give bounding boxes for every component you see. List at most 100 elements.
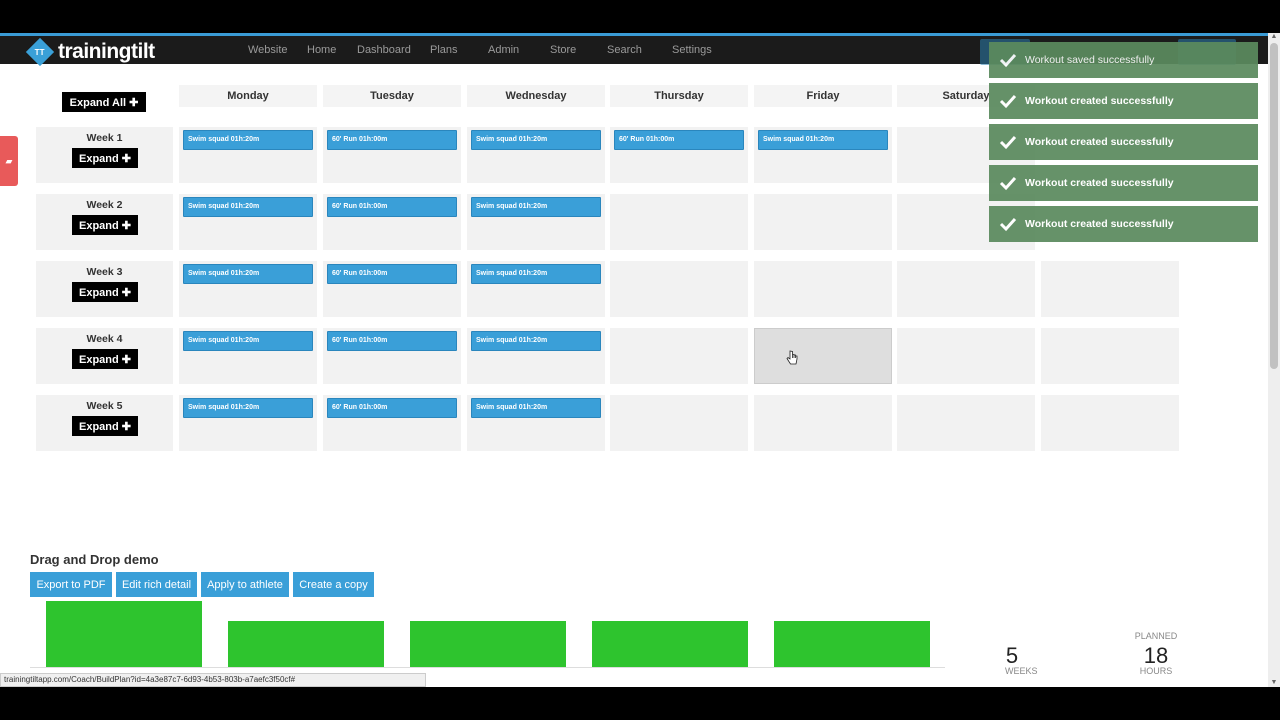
day-cell[interactable]: Swim squad 01h:20m <box>467 127 605 183</box>
toast-notification[interactable]: Workout saved successfully <box>989 42 1258 78</box>
nav-search[interactable]: Search <box>607 44 642 56</box>
workout-block[interactable]: Swim squad 01h:20m <box>183 264 313 284</box>
day-header-friday: Friday <box>754 85 892 107</box>
workout-block[interactable]: Swim squad 01h:20m <box>471 197 601 217</box>
toast-notification[interactable]: Workout created successfully <box>989 124 1258 160</box>
day-cell[interactable]: Swim squad 01h:20m <box>754 127 892 183</box>
expand-week-button[interactable]: Expand ✚ <box>72 416 138 436</box>
workout-block[interactable]: Swim squad 01h:20m <box>471 264 601 284</box>
chart-bar <box>410 621 566 667</box>
vertical-scrollbar[interactable]: ▲ ▼ <box>1268 33 1280 687</box>
expand-all-button[interactable]: Expand All ✚ <box>62 92 146 112</box>
day-cell[interactable] <box>1041 328 1179 384</box>
nav-store[interactable]: Store <box>550 44 576 56</box>
workout-block[interactable]: 60' Run 01h:00m <box>327 197 457 217</box>
week-row-header: Week 5 Expand ✚ <box>36 395 173 451</box>
workout-block[interactable]: 60' Run 01h:00m <box>327 130 457 150</box>
nav-settings[interactable]: Settings <box>672 44 712 56</box>
workout-block[interactable]: Swim squad 01h:20m <box>471 398 601 418</box>
day-cell[interactable]: 60' Run 01h:00m <box>323 194 461 250</box>
workout-block[interactable]: 60' Run 01h:00m <box>614 130 744 150</box>
day-cell[interactable] <box>610 194 748 250</box>
workout-block[interactable]: Swim squad 01h:20m <box>758 130 888 150</box>
day-cell[interactable]: Swim squad 01h:20m <box>467 261 605 317</box>
day-cell[interactable]: Swim squad 01h:20m <box>179 261 317 317</box>
chart-bar <box>592 621 748 667</box>
workout-block[interactable]: Swim squad 01h:20m <box>183 130 313 150</box>
day-cell-hovered[interactable] <box>754 328 892 384</box>
day-cell[interactable]: Swim squad 01h:20m <box>179 127 317 183</box>
logo[interactable]: TT trainingtilt <box>25 37 155 67</box>
toast-notification[interactable]: Workout created successfully <box>989 206 1258 242</box>
day-cell[interactable]: 60' Run 01h:00m <box>323 395 461 451</box>
checkmark-icon <box>999 176 1017 191</box>
scroll-down-icon[interactable]: ▼ <box>1270 679 1278 687</box>
workout-block[interactable]: Swim squad 01h:20m <box>183 197 313 217</box>
nav-dashboard[interactable]: Dashboard <box>357 44 411 56</box>
scroll-up-icon[interactable]: ▲ <box>1270 33 1278 41</box>
export-pdf-button[interactable]: Export to PDF <box>30 572 112 597</box>
folder-icon: ▰ <box>5 155 13 166</box>
workout-block[interactable]: 60' Run 01h:00m <box>327 264 457 284</box>
expand-week-button[interactable]: Expand ✚ <box>72 215 138 235</box>
week-row-header: Week 1 Expand ✚ <box>36 127 173 183</box>
day-cell[interactable]: Swim squad 01h:20m <box>179 395 317 451</box>
day-cell[interactable]: Swim squad 01h:20m <box>467 395 605 451</box>
planned-label: PLANNED <box>1134 631 1178 641</box>
day-cell[interactable]: 60' Run 01h:00m <box>323 328 461 384</box>
expand-week-button[interactable]: Expand ✚ <box>72 349 138 369</box>
day-cell[interactable] <box>897 261 1035 317</box>
checkmark-icon <box>999 94 1017 109</box>
checkmark-icon <box>999 135 1017 150</box>
toast-message: Workout created successfully <box>1025 95 1174 107</box>
day-cell[interactable]: Swim squad 01h:20m <box>179 328 317 384</box>
nav-home[interactable]: Home <box>307 44 336 56</box>
day-cell[interactable]: Swim squad 01h:20m <box>467 328 605 384</box>
workout-block[interactable]: Swim squad 01h:20m <box>183 398 313 418</box>
week-label: Week 3 <box>86 266 123 278</box>
chart-bar <box>46 601 202 667</box>
week-row-header: Week 2 Expand ✚ <box>36 194 173 250</box>
browser-viewport: TT trainingtilt Website Home Dashboard P… <box>0 33 1280 687</box>
nav-plans[interactable]: Plans <box>430 44 458 56</box>
apply-to-athlete-button[interactable]: Apply to athlete <box>201 572 289 597</box>
workout-block[interactable]: Swim squad 01h:20m <box>471 130 601 150</box>
week-label: Week 4 <box>86 333 123 345</box>
day-cell[interactable] <box>1041 395 1179 451</box>
day-cell[interactable] <box>610 395 748 451</box>
nav-website[interactable]: Website <box>248 44 288 56</box>
workout-block[interactable]: Swim squad 01h:20m <box>183 331 313 351</box>
workout-block[interactable]: Swim squad 01h:20m <box>471 331 601 351</box>
day-cell[interactable]: Swim squad 01h:20m <box>179 194 317 250</box>
create-copy-button[interactable]: Create a copy <box>293 572 374 597</box>
day-cell[interactable] <box>754 194 892 250</box>
day-cell[interactable] <box>754 395 892 451</box>
hours-label: HOURS <box>1139 666 1173 676</box>
nav-admin[interactable]: Admin <box>488 44 519 56</box>
workout-block[interactable]: 60' Run 01h:00m <box>327 398 457 418</box>
checkmark-icon <box>999 217 1017 232</box>
chart-bar <box>774 621 930 667</box>
day-cell[interactable]: 60' Run 01h:00m <box>323 261 461 317</box>
day-cell[interactable]: 60' Run 01h:00m <box>610 127 748 183</box>
day-cell[interactable]: 60' Run 01h:00m <box>323 127 461 183</box>
workout-block[interactable]: 60' Run 01h:00m <box>327 331 457 351</box>
toast-message: Workout created successfully <box>1025 136 1174 148</box>
day-cell[interactable] <box>897 328 1035 384</box>
day-cell[interactable]: Swim squad 01h:20m <box>467 194 605 250</box>
day-cell[interactable] <box>610 328 748 384</box>
edit-rich-detail-button[interactable]: Edit rich detail <box>116 572 197 597</box>
logo-text: trainingtilt <box>58 40 155 63</box>
expand-week-button[interactable]: Expand ✚ <box>72 282 138 302</box>
day-cell[interactable] <box>610 261 748 317</box>
logo-mark-icon: TT <box>25 37 55 67</box>
toast-notification[interactable]: Workout created successfully <box>989 165 1258 201</box>
day-cell[interactable] <box>754 261 892 317</box>
weeks-label: WEEKS <box>1005 666 1038 676</box>
expand-week-button[interactable]: Expand ✚ <box>72 148 138 168</box>
day-cell[interactable] <box>1041 261 1179 317</box>
side-panel-tab[interactable]: ▰ <box>0 136 18 186</box>
toast-notification[interactable]: Workout created successfully <box>989 83 1258 119</box>
day-cell[interactable] <box>897 395 1035 451</box>
scrollbar-thumb[interactable] <box>1270 43 1278 369</box>
